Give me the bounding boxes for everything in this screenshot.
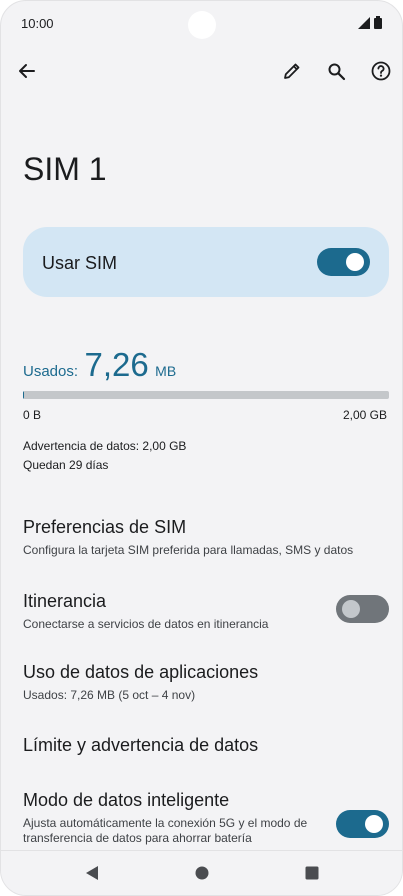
pref-subtitle: Ajusta automáticamente la conexión 5G y … bbox=[23, 816, 308, 845]
pref-smart-data-mode[interactable]: Modo de datos inteligente Ajusta automát… bbox=[23, 790, 313, 846]
usage-progress-fill bbox=[23, 391, 25, 399]
edit-button[interactable] bbox=[278, 57, 306, 85]
pref-app-data-usage[interactable]: Uso de datos de aplicaciones Usados: 7,2… bbox=[23, 662, 258, 703]
battery-icon bbox=[374, 16, 382, 29]
system-icons bbox=[358, 16, 382, 29]
help-circle-icon bbox=[371, 61, 391, 81]
nav-back-icon bbox=[86, 866, 98, 880]
usar-sim-toggle[interactable] bbox=[317, 248, 370, 276]
back-arrow-icon bbox=[19, 64, 35, 78]
pencil-icon bbox=[284, 63, 300, 79]
usage-unit: MB bbox=[155, 363, 177, 379]
nav-home-button[interactable] bbox=[192, 863, 212, 883]
page-title: SIM 1 bbox=[23, 151, 107, 187]
toolbar bbox=[1, 51, 402, 91]
nav-back-button[interactable] bbox=[82, 863, 102, 883]
pref-title: Preferencias de SIM bbox=[23, 517, 187, 537]
usar-sim-label: Usar SIM bbox=[42, 253, 118, 273]
status-time: 10:00 bbox=[21, 16, 54, 31]
nav-recents-button[interactable] bbox=[302, 863, 322, 883]
usage-max-label: 2,00 GB bbox=[342, 408, 387, 422]
nav-recents-icon bbox=[305, 866, 319, 880]
roaming-toggle[interactable] bbox=[336, 595, 389, 623]
usar-sim-card[interactable]: Usar SIM bbox=[23, 227, 389, 297]
pref-subtitle: Conectarse a servicios de datos en itine… bbox=[23, 617, 269, 631]
help-button[interactable] bbox=[367, 57, 395, 85]
toggle-knob bbox=[365, 815, 383, 833]
nav-home-icon bbox=[195, 866, 209, 880]
toggle-knob bbox=[346, 253, 364, 271]
usage-progress-bar bbox=[23, 391, 389, 399]
usage-min-label: 0 B bbox=[23, 408, 42, 422]
pref-title: Uso de datos de aplicaciones bbox=[23, 662, 259, 682]
pref-sim-preferences[interactable]: Preferencias de SIM Configura la tarjeta… bbox=[23, 517, 353, 558]
search-icon bbox=[328, 63, 345, 80]
toggle-knob bbox=[342, 600, 360, 618]
pref-title: Itinerancia bbox=[23, 591, 107, 611]
navigation-bar bbox=[1, 850, 402, 895]
signal-icon bbox=[358, 17, 370, 29]
days-left-text: Quedan 29 días bbox=[23, 458, 109, 472]
pref-subtitle: Usados: 7,26 MB (5 oct – 4 nov) bbox=[23, 688, 196, 702]
pref-title: Modo de datos inteligente bbox=[23, 790, 230, 810]
pref-roaming[interactable]: Itinerancia Conectarse a servicios de da… bbox=[23, 591, 323, 632]
pref-title: Límite y advertencia de datos bbox=[23, 735, 259, 755]
data-warning-text: Advertencia de datos: 2,00 GB bbox=[23, 439, 187, 453]
data-usage-summary: Usados: 7,26 MB bbox=[23, 346, 176, 384]
usage-value: 7,26 bbox=[84, 346, 149, 383]
pref-data-limit[interactable]: Límite y advertencia de datos bbox=[23, 735, 258, 756]
data-warning-info: Advertencia de datos: 2,00 GB Quedan 29 … bbox=[23, 437, 186, 475]
smart-mode-toggle[interactable] bbox=[336, 810, 389, 838]
search-button[interactable] bbox=[322, 57, 350, 85]
usage-label: Usados: bbox=[23, 363, 79, 380]
status-bar: 10:00 bbox=[1, 1, 402, 47]
back-button[interactable] bbox=[13, 57, 41, 85]
pref-subtitle: Configura la tarjeta SIM preferida para … bbox=[23, 543, 354, 557]
camera-cutout bbox=[188, 11, 216, 39]
phone-screen: 10:00 SIM 1 Usar SIM Usados: 7,26 MB 0 B… bbox=[0, 0, 403, 896]
